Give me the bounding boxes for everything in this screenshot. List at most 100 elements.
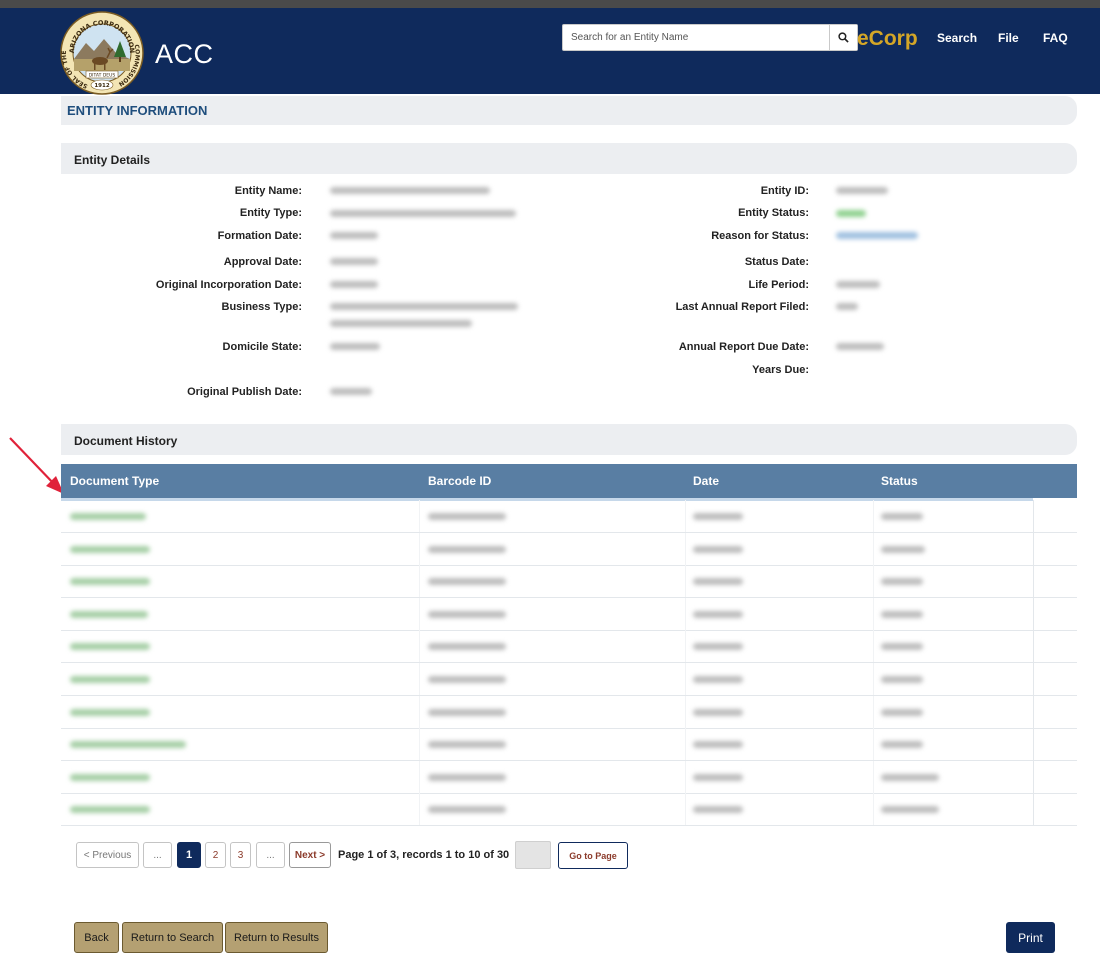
site-brand[interactable]: ACC — [155, 39, 214, 70]
document-history-heading: Document History — [74, 434, 178, 448]
column-divider — [685, 532, 686, 565]
column-divider — [685, 630, 686, 663]
table-row — [61, 793, 1077, 827]
redacted-barcode-id — [428, 806, 506, 814]
redacted-barcode-id — [428, 578, 506, 586]
redacted-document-type-link[interactable] — [70, 741, 186, 749]
go-to-page-button[interactable]: Go to Page — [558, 842, 628, 869]
table-row — [61, 532, 1077, 566]
back-button[interactable]: Back — [74, 922, 119, 953]
column-divider — [419, 565, 420, 598]
entity-status-label: Entity Status: — [738, 207, 809, 219]
column-divider — [685, 728, 686, 761]
redacted-barcode-id — [428, 610, 506, 618]
redacted-barcode-id — [428, 741, 506, 749]
nav-faq-link[interactable]: FAQ — [1043, 31, 1068, 45]
column-divider — [419, 630, 420, 663]
entity-details-bar — [61, 143, 1077, 174]
redacted-date — [693, 513, 743, 520]
row-end-cell — [1033, 597, 1077, 630]
redacted-status — [881, 610, 923, 618]
redacted-domicile-state — [330, 343, 380, 350]
print-button[interactable]: Print — [1006, 922, 1055, 953]
column-divider — [419, 760, 420, 793]
site-header: ARIZONA CORPORATION SEAL OF THE COMMISSI… — [0, 8, 1100, 95]
redacted-entity-id — [836, 187, 888, 194]
col-date[interactable]: Date — [693, 474, 719, 488]
ecorp-logo[interactable]: eCorp — [857, 27, 918, 51]
pagination-ellipsis-end[interactable]: ... — [256, 842, 285, 868]
entity-name-label: Entity Name: — [234, 185, 302, 197]
redacted-barcode-id — [428, 643, 506, 651]
redacted-status — [881, 806, 939, 814]
redacted-barcode-id — [428, 676, 506, 683]
column-divider — [685, 663, 686, 695]
column-divider — [685, 760, 686, 793]
redacted-document-type-link[interactable] — [70, 643, 150, 651]
search-icon — [838, 32, 849, 43]
redacted-document-type-link[interactable] — [70, 545, 150, 553]
pagination-ellipsis-start[interactable]: ... — [143, 842, 172, 868]
redacted-status — [881, 773, 939, 781]
column-divider — [685, 500, 686, 532]
column-divider — [685, 565, 686, 598]
last-annual-report-filed-label: Last Annual Report Filed: — [675, 301, 809, 313]
nav-file-link[interactable]: File — [998, 31, 1019, 45]
col-status[interactable]: Status — [881, 474, 918, 488]
commission-seal-logo[interactable]: ARIZONA CORPORATION SEAL OF THE COMMISSI… — [60, 11, 144, 95]
return-to-results-button[interactable]: Return to Results — [225, 922, 328, 953]
redacted-document-type-link[interactable] — [70, 708, 150, 716]
column-divider — [873, 760, 874, 793]
page-1-button[interactable]: 1 — [177, 842, 201, 868]
redacted-status — [881, 513, 923, 520]
next-page-button[interactable]: Next > — [289, 842, 331, 868]
years-due-label: Years Due: — [752, 364, 809, 376]
domicile-state-label: Domicile State: — [222, 341, 302, 353]
column-divider — [873, 500, 874, 532]
column-divider — [419, 532, 420, 565]
redacted-formation-date — [330, 232, 378, 239]
entity-search-input[interactable] — [563, 25, 829, 50]
redacted-document-type-link[interactable] — [70, 578, 150, 586]
redacted-document-type-link[interactable] — [70, 806, 150, 814]
redacted-date — [693, 741, 743, 749]
redacted-approval-date — [330, 258, 378, 265]
previous-page-button[interactable]: < Previous — [76, 842, 139, 868]
column-divider — [419, 597, 420, 630]
redacted-barcode-id — [428, 773, 506, 781]
return-to-search-button[interactable]: Return to Search — [122, 922, 223, 953]
redacted-document-type-link[interactable] — [70, 513, 146, 520]
column-divider — [419, 695, 420, 728]
column-divider — [419, 500, 420, 532]
redacted-document-type-link[interactable] — [70, 610, 148, 618]
redacted-entity-type — [330, 210, 516, 217]
redacted-status — [881, 676, 923, 683]
go-to-page-input[interactable] — [515, 841, 551, 869]
table-row — [61, 500, 1077, 533]
column-divider — [873, 532, 874, 565]
redacted-date — [693, 545, 743, 553]
business-type-label: Business Type: — [221, 301, 303, 313]
entity-type-label: Entity Type: — [239, 207, 302, 219]
page-3-button[interactable]: 3 — [230, 842, 251, 868]
nav-search-link[interactable]: Search — [937, 31, 977, 45]
redacted-reason-for-status-link[interactable] — [836, 232, 918, 239]
col-barcode-id[interactable]: Barcode ID — [428, 474, 491, 488]
redacted-business-type-line1 — [330, 303, 518, 310]
table-row — [61, 663, 1077, 696]
search-button[interactable] — [829, 25, 857, 50]
page-2-button[interactable]: 2 — [205, 842, 226, 868]
entity-information-bar — [61, 96, 1077, 125]
table-row — [61, 597, 1077, 631]
status-date-label: Status Date: — [744, 256, 809, 268]
redacted-document-type-link[interactable] — [70, 773, 150, 781]
page-title: ENTITY INFORMATION — [67, 103, 208, 118]
redacted-document-type-link[interactable] — [70, 676, 150, 683]
row-end-cell — [1033, 565, 1077, 598]
redacted-barcode-id — [428, 513, 506, 520]
redacted-date — [693, 578, 743, 586]
column-divider — [419, 793, 420, 826]
col-document-type[interactable]: Document Type — [70, 474, 159, 488]
column-divider — [873, 630, 874, 663]
original-publish-date-label: Original Publish Date: — [187, 386, 302, 398]
